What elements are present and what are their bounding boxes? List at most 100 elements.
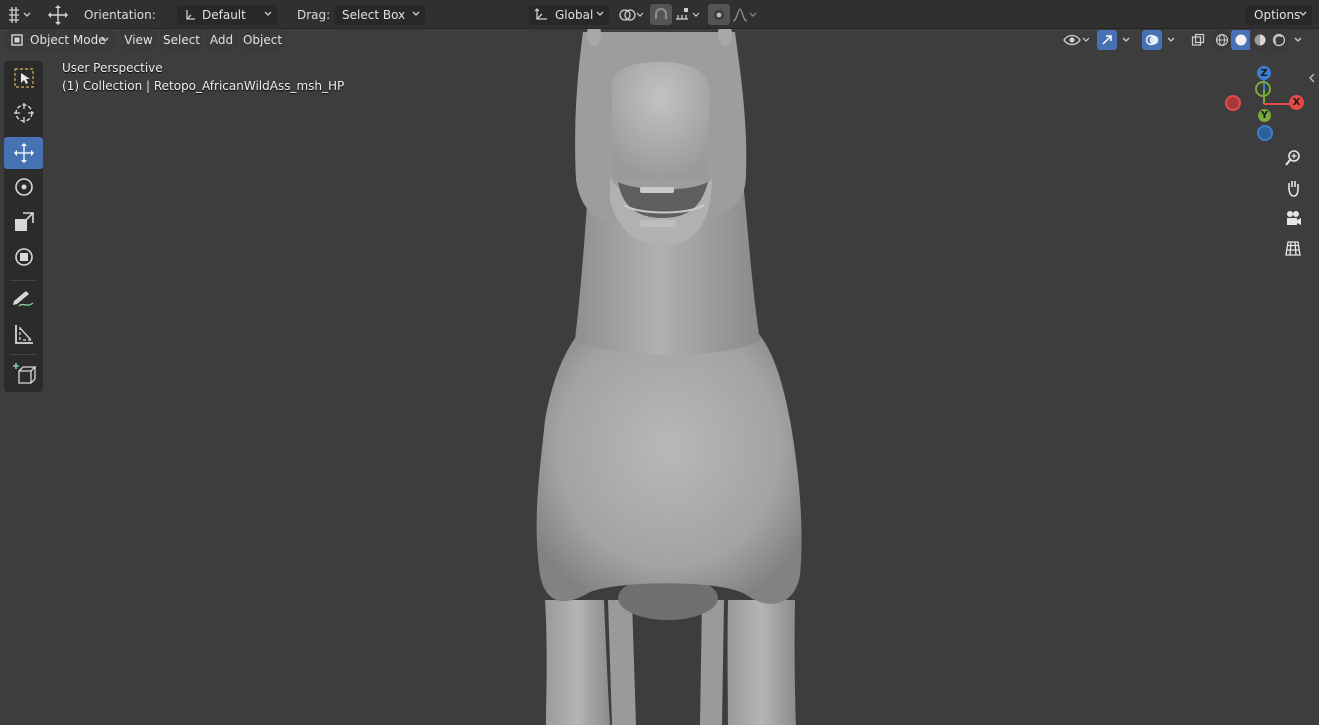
object-mode-icon: [11, 34, 23, 46]
move-icon: [13, 143, 34, 163]
tool-measure[interactable]: [4, 318, 43, 350]
grid-icon: [1285, 241, 1301, 256]
drag-value: Select Box: [342, 8, 406, 22]
add-cube-icon: [12, 363, 37, 384]
falloff-button[interactable]: [731, 4, 761, 25]
mode-value: Object Mode: [30, 33, 106, 47]
overlays-icon: [1145, 34, 1159, 46]
gizmo-neg-x-axis[interactable]: [1225, 95, 1241, 111]
chevron-down-icon: [412, 11, 420, 16]
rendered-shading-button[interactable]: [1269, 30, 1289, 50]
menu-object[interactable]: Object: [240, 30, 285, 50]
drag-dropdown[interactable]: Select Box: [334, 5, 425, 25]
menu-view[interactable]: View: [120, 30, 157, 50]
gizmo-z-axis[interactable]: Z: [1257, 66, 1271, 80]
pan-button[interactable]: [1281, 176, 1305, 200]
annotate-icon: [12, 291, 33, 307]
snap-target-button[interactable]: [674, 4, 704, 25]
chevron-down-icon: [596, 11, 604, 16]
camera-icon: [1287, 211, 1301, 225]
visibility-dropdown[interactable]: [1060, 30, 1092, 50]
falloff-curve-icon: [732, 7, 757, 22]
zoom-button[interactable]: [1281, 146, 1305, 170]
solid-sphere-icon: [1235, 34, 1247, 46]
drag-label: Drag:: [297, 7, 331, 22]
material-sphere-icon: [1254, 34, 1266, 46]
measure-icon: [14, 325, 33, 344]
chevron-down-icon: [1167, 37, 1175, 42]
select-box-icon: [13, 68, 34, 88]
tool-transform[interactable]: [4, 241, 43, 273]
3d-model: [536, 29, 802, 725]
chevron-down-icon: [1299, 11, 1307, 16]
orientation-label: Orientation:: [84, 7, 156, 22]
mode-dropdown[interactable]: Object Mode: [5, 30, 114, 50]
tool-shelf: [4, 61, 43, 392]
editor-type-button[interactable]: [6, 4, 32, 25]
magnet-icon: [654, 7, 668, 19]
zoom-icon: [1285, 150, 1300, 166]
options-dropdown[interactable]: Options: [1246, 5, 1312, 25]
chevron-down-icon: [1122, 37, 1130, 42]
snap-toggle[interactable]: [650, 4, 672, 25]
tool-cursor[interactable]: [4, 97, 43, 129]
editor-type-icon: [9, 6, 31, 23]
proportional-edit-icon: [714, 9, 724, 20]
gizmo-x-axis[interactable]: X: [1289, 95, 1304, 110]
transform-space-value: Global: [555, 8, 594, 22]
transform-orientation-dropdown[interactable]: Global: [529, 5, 609, 25]
wireframe-sphere-icon: [1215, 33, 1229, 47]
pivot-point-icon: [619, 8, 644, 21]
navigation-gizmo[interactable]: Z X Y: [1220, 62, 1310, 144]
orientation-value: Default: [202, 8, 246, 22]
collection-info: (1) Collection | Retopo_AfricanWildAss_m…: [62, 79, 345, 93]
gizmo-dropdown[interactable]: [1118, 30, 1134, 50]
menu-add[interactable]: Add: [206, 30, 237, 50]
gizmo-neg-y-axis[interactable]: [1255, 81, 1271, 97]
tool-rotate[interactable]: [4, 171, 43, 203]
overlays-dropdown[interactable]: [1163, 30, 1179, 50]
tool-add-cube[interactable]: [4, 358, 43, 390]
orientation-icon: [186, 10, 195, 20]
xray-toggle[interactable]: [1188, 30, 1208, 50]
move-tool-icon[interactable]: [45, 4, 71, 25]
material-shading-button[interactable]: [1250, 30, 1270, 50]
view-name: User Perspective: [62, 61, 163, 75]
proportional-edit-toggle[interactable]: [708, 4, 730, 25]
tool-select-box[interactable]: [4, 62, 43, 94]
cursor-icon: [13, 103, 34, 123]
camera-view-button[interactable]: [1281, 206, 1305, 230]
overlays-toggle[interactable]: [1142, 30, 1162, 50]
tool-scale[interactable]: [4, 206, 43, 238]
rotate-icon: [14, 178, 33, 196]
gizmo-icon: [1102, 35, 1112, 45]
rendered-sphere-icon: [1272, 33, 1286, 47]
transform-orientation-icon: [534, 8, 547, 20]
tool-move[interactable]: [4, 137, 43, 169]
pivot-point-button[interactable]: [617, 4, 647, 25]
options-label: Options: [1254, 8, 1301, 22]
solid-shading-button[interactable]: [1231, 30, 1251, 50]
xray-icon: [1191, 33, 1205, 46]
hand-icon: [1288, 181, 1299, 197]
eye-icon: [1063, 34, 1090, 46]
wireframe-shading-button[interactable]: [1212, 30, 1232, 50]
transform-icon: [14, 248, 33, 266]
gizmo-toggle[interactable]: [1097, 30, 1117, 50]
toolbar-divider: [10, 354, 37, 355]
toolbar-divider: [10, 280, 37, 281]
shading-dropdown[interactable]: [1290, 30, 1306, 50]
tool-annotate[interactable]: [4, 283, 43, 315]
scale-icon: [14, 212, 34, 231]
orientation-dropdown[interactable]: Default: [177, 5, 277, 25]
menu-select[interactable]: Select: [160, 30, 203, 50]
3d-viewport[interactable]: [0, 29, 1319, 725]
chevron-down-icon: [101, 37, 109, 42]
snap-increment-icon: [676, 7, 700, 20]
perspective-toggle-button[interactable]: [1281, 236, 1305, 260]
chevron-down-icon: [1294, 37, 1302, 42]
chevron-down-icon: [264, 11, 272, 16]
tool-settings-bar: Orientation: Default Drag: Select Box Gl…: [0, 0, 1319, 29]
gizmo-neg-z-axis[interactable]: [1257, 125, 1273, 141]
gizmo-y-axis[interactable]: Y: [1258, 109, 1271, 122]
